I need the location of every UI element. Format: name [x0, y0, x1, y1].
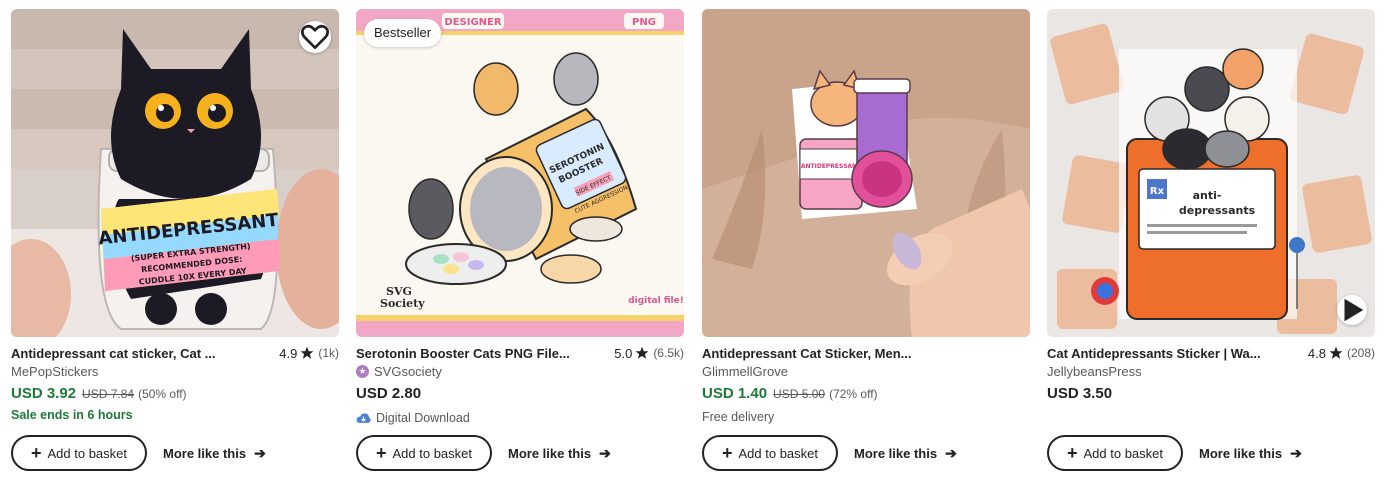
listing-image[interactable]: DESIGNER PNG SEROTONIN BOOSTER SIDE EFFE… [356, 9, 684, 337]
rating-value: 4.8 [1307, 345, 1326, 361]
more-like-this-label: More like this [508, 445, 592, 461]
title-row: Serotonin Booster Cats PNG File... 5.0 (… [356, 344, 684, 362]
rating: 4.8 (208) [1308, 346, 1375, 361]
shop-star-icon [356, 364, 369, 378]
star-icon [1329, 346, 1343, 360]
title-row: Antidepressant Cat Sticker, Men... [702, 344, 1030, 362]
title-row: Antidepressant cat sticker, Cat ... 4.9 … [11, 344, 339, 362]
more-like-this-link[interactable]: More like this ➔ [1199, 435, 1302, 471]
rating-value: 5.0 [614, 345, 633, 361]
rating-value: 4.9 [279, 345, 298, 361]
more-like-this-label: More like this [1199, 445, 1283, 461]
listing-title[interactable]: Antidepressant Cat Sticker, Men... [702, 346, 1030, 361]
review-count: (208) [1346, 346, 1375, 360]
more-like-this-link[interactable]: More like this ➔ [508, 435, 611, 471]
serotonin-cats-image: DESIGNER PNG SEROTONIN BOOSTER SIDE EFFE… [356, 9, 684, 337]
free-delivery-note: Free delivery [702, 410, 775, 424]
discount-percent: (72% off) [829, 387, 878, 401]
shop-name[interactable]: MePopStickers [11, 362, 98, 380]
title-row: Cat Antidepressants Sticker | Wa... 4.8 … [1047, 344, 1375, 362]
sale-ends-note: Sale ends in 6 hours [11, 408, 133, 422]
digital-download-note: Digital Download [356, 409, 470, 427]
price: USD 2.80 [356, 385, 422, 402]
sale-price: USD 1.40 [702, 385, 768, 402]
favorite-button[interactable] [299, 21, 331, 53]
listing-title[interactable]: Cat Antidepressants Sticker | Wa... [1047, 346, 1302, 361]
shop-link[interactable]: SVGsociety [356, 362, 442, 380]
listing-image[interactable]: Rx anti- depressants [1047, 9, 1375, 337]
more-like-this-link[interactable]: More like this ➔ [163, 435, 266, 471]
plus-icon: + [375, 443, 387, 463]
listing-card[interactable]: ANTIDEPRESSANT Antidepressant Cat Sticke… [702, 9, 1030, 479]
plus-icon: + [30, 443, 42, 463]
price-row: USD 1.40 USD 5.00 (72% off) [702, 385, 878, 407]
price: USD 3.50 [1047, 385, 1113, 402]
svg-text:depressants: depressants [1179, 204, 1256, 217]
listing-grid: ANTIDEPRESSANT (SUPER EXTRA STRENGTH) RE… [11, 9, 1379, 479]
cat-sticker-image: ANTIDEPRESSANT (SUPER EXTRA STRENGTH) RE… [11, 9, 339, 337]
heart-icon [301, 24, 329, 49]
price-row: USD 3.92 USD 7.84 (50% off) [11, 385, 187, 407]
arrow-right-icon: ➔ [599, 444, 611, 461]
cat-bottle-sticker-image: Rx anti- depressants [1047, 9, 1375, 337]
arrow-right-icon: ➔ [254, 444, 266, 461]
play-video-button[interactable] [1337, 295, 1367, 325]
star-icon [300, 346, 314, 360]
listing-title[interactable]: Antidepressant cat sticker, Cat ... [11, 346, 273, 361]
original-price: USD 7.84 [82, 387, 135, 401]
add-to-basket-label: Add to basket [738, 445, 819, 461]
plus-icon: + [721, 443, 733, 463]
price-row: USD 3.50 [1047, 385, 1112, 407]
sale-price: USD 3.92 [11, 385, 77, 402]
play-icon [1344, 298, 1364, 322]
svg-text:Rx: Rx [1150, 186, 1165, 197]
star-icon [635, 346, 649, 360]
svg-text:ANTIDEPRESSANT: ANTIDEPRESSANT [801, 163, 862, 170]
listing-title[interactable]: Serotonin Booster Cats PNG File... [356, 346, 608, 361]
more-like-this-label: More like this [854, 445, 938, 461]
listing-card[interactable]: ANTIDEPRESSANT (SUPER EXTRA STRENGTH) RE… [11, 9, 339, 479]
discount-percent: (50% off) [138, 387, 187, 401]
price-row: USD 2.80 [356, 385, 421, 407]
shop-name[interactable]: GlimmellGrove [702, 362, 788, 380]
listing-image[interactable]: ANTIDEPRESSANT [702, 9, 1030, 337]
add-to-basket-button[interactable]: + Add to basket [356, 435, 492, 471]
more-like-this-label: More like this [163, 445, 247, 461]
bestseller-badge: Bestseller [364, 19, 442, 47]
original-price: USD 5.00 [773, 387, 826, 401]
cloud-download-icon [356, 411, 371, 426]
listing-image[interactable]: ANTIDEPRESSANT (SUPER EXTRA STRENGTH) RE… [11, 9, 339, 337]
svg-text:DESIGNER: DESIGNER [444, 17, 501, 28]
arrow-right-icon: ➔ [1290, 444, 1302, 461]
add-to-basket-label: Add to basket [47, 445, 128, 461]
sticker-in-hand-image: ANTIDEPRESSANT [702, 9, 1030, 337]
plus-icon: + [1066, 443, 1078, 463]
shop-name[interactable]: JellybeansPress [1047, 362, 1142, 380]
svg-text:digital file!: digital file! [628, 296, 684, 306]
review-count: (1k) [318, 346, 339, 360]
svg-text:anti-: anti- [1193, 189, 1222, 202]
add-to-basket-label: Add to basket [1083, 445, 1164, 461]
add-to-basket-label: Add to basket [392, 445, 473, 461]
rating: 4.9 (1k) [279, 346, 339, 361]
more-like-this-link[interactable]: More like this ➔ [854, 435, 957, 471]
add-to-basket-button[interactable]: + Add to basket [702, 435, 838, 471]
add-to-basket-button[interactable]: + Add to basket [1047, 435, 1183, 471]
svg-text:Society: Society [380, 297, 425, 310]
rating: 5.0 (6.5k) [614, 346, 684, 361]
review-count: (6.5k) [653, 346, 684, 360]
shop-name: SVGsociety [374, 363, 442, 379]
listing-card[interactable]: Rx anti- depressants Cat Antidepressants… [1047, 9, 1375, 479]
listing-card[interactable]: DESIGNER PNG SEROTONIN BOOSTER SIDE EFFE… [356, 9, 684, 479]
svg-text:PNG: PNG [632, 17, 656, 28]
digital-download-label: Digital Download [376, 411, 470, 425]
arrow-right-icon: ➔ [945, 444, 957, 461]
add-to-basket-button[interactable]: + Add to basket [11, 435, 147, 471]
